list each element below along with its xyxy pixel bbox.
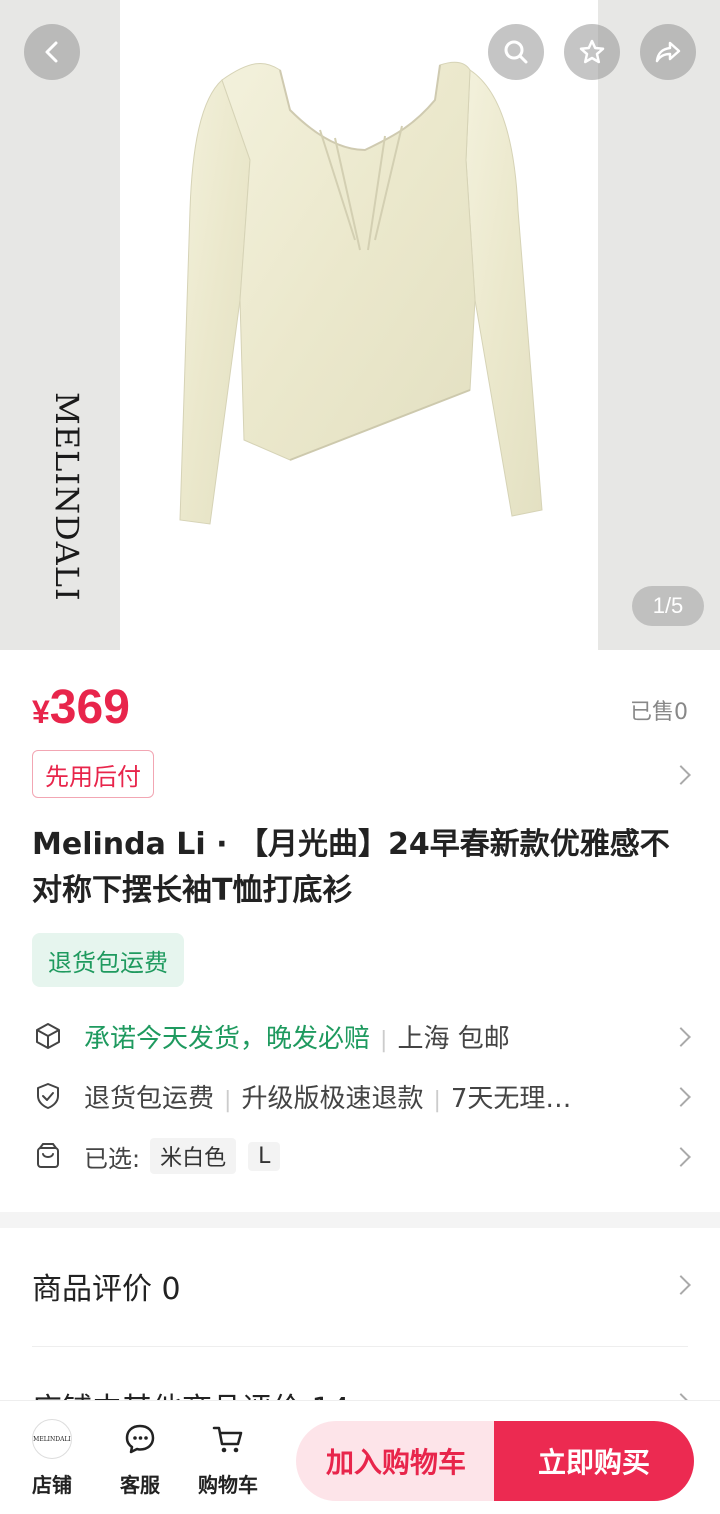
share-button[interactable]: [640, 24, 696, 80]
return-shipping-tag: 退货包运费: [32, 933, 184, 987]
cart-button[interactable]: 购物车: [196, 1419, 260, 1499]
brand-logo-text: MELINDALI: [48, 392, 86, 602]
price-currency: ¥: [32, 694, 50, 730]
search-button[interactable]: [488, 24, 544, 80]
service-label: 客服: [120, 1473, 160, 1497]
package-icon: [32, 1020, 64, 1052]
add-to-cart-button[interactable]: 加入购物车: [296, 1421, 496, 1501]
buy-now-button[interactable]: 立即购买: [494, 1421, 694, 1501]
ship-location: 上海: [397, 1023, 450, 1054]
cart-label: 购物车: [198, 1473, 258, 1497]
chat-icon: [125, 1424, 155, 1454]
shield-check-icon: [32, 1080, 64, 1112]
image-pager: 1/5: [632, 586, 704, 626]
pay-later-tag[interactable]: 先用后付: [32, 750, 154, 798]
guarantee-item: 退货包运费: [84, 1083, 215, 1114]
store-button[interactable]: MELINDALI 店铺: [20, 1419, 84, 1499]
guarantee-item: 升级版极速退款: [241, 1083, 424, 1114]
selected-spec-row[interactable]: 已选: 米白色 L: [32, 1134, 688, 1178]
store-logo: MELINDALI: [32, 1419, 72, 1459]
price-value: 369: [49, 681, 130, 734]
back-button[interactable]: [24, 24, 80, 80]
brand-logo-vertical: MELINDALI: [48, 392, 88, 602]
selected-color-chip: 米白色: [150, 1138, 237, 1174]
image-backdrop-right: [598, 0, 720, 650]
product-image: [179, 61, 543, 525]
guarantee-item: 7天无理…: [450, 1083, 572, 1114]
price: ¥369: [32, 680, 130, 735]
store-label: 店铺: [32, 1473, 72, 1497]
chevron-left-icon: [45, 41, 58, 63]
sold-count: 已售0: [630, 700, 688, 725]
product-title: Melinda Li · 【月光曲】24早春新款优雅感不对称下摆长袖T恤打底衫: [32, 827, 670, 908]
divider: [32, 1346, 688, 1347]
customer-service-button[interactable]: 客服: [108, 1419, 172, 1499]
product-reviews-row[interactable]: 商品评价 0: [32, 1258, 688, 1314]
product-image-carousel[interactable]: MELINDALI 1/5: [0, 0, 720, 650]
star-icon: [579, 39, 605, 64]
share-icon: [655, 41, 681, 63]
cart-icon: [212, 1426, 243, 1453]
selected-size-chip: L: [248, 1141, 281, 1171]
shipping-promise: 承诺今天发货，晚发必赔: [84, 1023, 371, 1054]
shipping-fee: 包邮: [457, 1023, 510, 1054]
shopping-bag-icon: [32, 1140, 64, 1172]
section-divider: [0, 1212, 720, 1228]
bottom-action-bar: MELINDALI 店铺 客服 购物车 加入购物车 立即购买: [0, 1400, 720, 1514]
chevron-right-icon[interactable]: [671, 765, 691, 785]
product-info-section: ¥369 已售0 先用后付 Melinda Li · 【月光曲】24早春新款优雅…: [0, 650, 720, 1210]
selected-label: 已选:: [84, 1144, 141, 1173]
search-icon: [504, 40, 528, 64]
guarantee-row[interactable]: 退货包运费 | 升级版极速退款 | 7天无理…: [32, 1074, 688, 1118]
favorite-button[interactable]: [564, 24, 620, 80]
shipping-row[interactable]: 承诺今天发货，晚发必赔 | 上海 包邮: [32, 1014, 688, 1058]
